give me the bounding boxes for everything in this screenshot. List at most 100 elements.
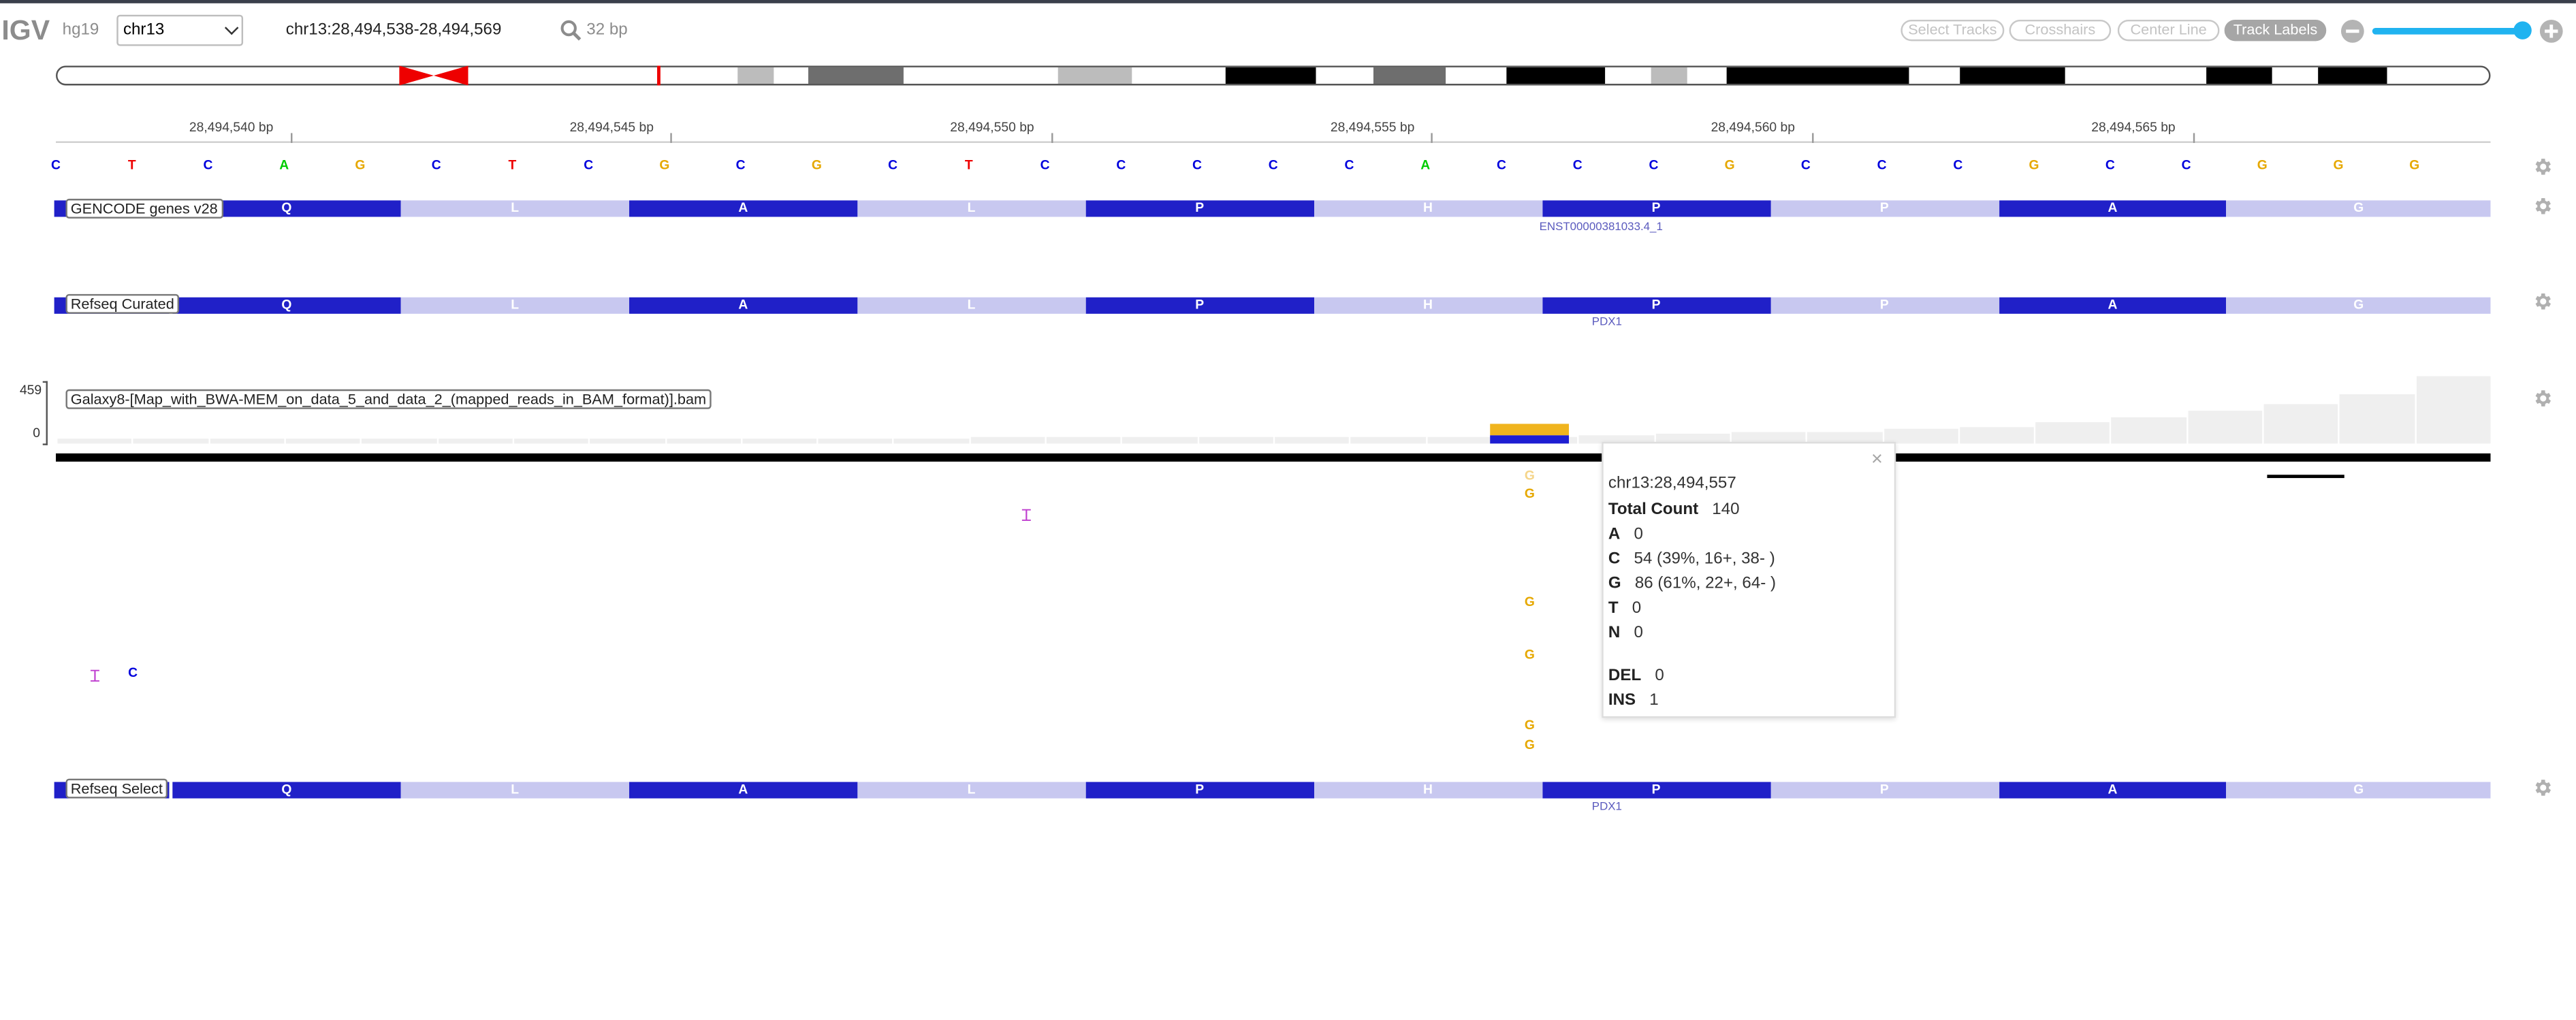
popup-value: 0 <box>1655 667 1664 686</box>
coverage-bar[interactable] <box>666 439 741 444</box>
amino-acid-block: A <box>1998 200 2227 217</box>
coverage-mismatch-g <box>1490 424 1570 436</box>
track-labels-button[interactable]: Track Labels <box>2224 19 2327 42</box>
gear-icon[interactable] <box>2532 387 2553 409</box>
genome-label[interactable]: hg19 <box>63 21 99 39</box>
coverage-bar[interactable] <box>2035 423 2110 444</box>
popup-value: 0 <box>1634 624 1643 643</box>
popup-key: DEL <box>1608 667 1642 686</box>
sequence-base: C <box>1496 157 1506 173</box>
sequence-base: C <box>1953 157 1963 173</box>
read-fragment[interactable] <box>2267 475 2344 479</box>
amino-acid-block: H <box>1314 200 1542 217</box>
sequence-base: G <box>811 157 822 173</box>
coverage-popup: × chr13:28,494,557 Total Count 140 A 0 C… <box>1602 441 1896 718</box>
popup-value: 1 <box>1649 691 1659 710</box>
insertion-marker-icon[interactable]: Ɪ <box>1022 503 1031 526</box>
refseq-select-gene-label: PDX1 <box>1591 801 1622 814</box>
amino-acid-block: A <box>1998 297 2227 314</box>
ruler-tick-label: 28,494,560 bp <box>1711 120 1796 135</box>
sequence-base: C <box>1649 157 1659 173</box>
gear-icon[interactable] <box>2532 291 2553 312</box>
sequence-base: C <box>584 157 594 173</box>
sequence-base: T <box>127 157 136 173</box>
centromere-icon <box>399 65 468 86</box>
sequence-base: C <box>1192 157 1203 173</box>
sequence-base: A <box>279 157 289 173</box>
sequence-base: C <box>2105 157 2115 173</box>
read-pileup-bar[interactable] <box>56 453 2491 462</box>
coverage-bar[interactable] <box>209 439 285 444</box>
popup-total-label: Total Count <box>1608 500 1699 520</box>
coverage-bar[interactable] <box>970 437 1045 444</box>
read-mismatch-base: G <box>1524 594 1535 610</box>
gear-icon[interactable] <box>2532 777 2553 798</box>
locus-input[interactable]: chr13:28,494,538-28,494,569 <box>286 21 502 39</box>
read-mismatch-base: C <box>128 665 138 680</box>
coverage-bar[interactable] <box>2416 377 2491 444</box>
window-size-label: 32 bp <box>586 21 628 39</box>
refseq-curated-track-label: Refseq Curated <box>65 293 180 314</box>
coverage-track[interactable] <box>56 376 2491 444</box>
gear-icon[interactable] <box>2532 156 2553 177</box>
popup-key: A <box>1608 526 1621 544</box>
zoom-in-icon[interactable] <box>2539 19 2563 43</box>
coverage-bar[interactable] <box>1275 437 1350 444</box>
coverage-bar[interactable] <box>2263 403 2339 444</box>
coverage-bar[interactable] <box>2187 411 2263 444</box>
read-mismatch-base: G <box>1524 486 1535 501</box>
sequence-base: C <box>1344 157 1354 173</box>
amino-acid-block: P <box>1085 297 1314 314</box>
ruler-axis <box>56 141 2491 143</box>
select-tracks-button[interactable]: Select Tracks <box>1901 19 2005 42</box>
ruler-tick-label: 28,494,555 bp <box>1330 120 1415 135</box>
popup-key: INS <box>1608 691 1636 710</box>
coverage-bar[interactable] <box>590 439 665 444</box>
zoom-slider[interactable] <box>2372 28 2524 35</box>
coverage-bar[interactable] <box>513 439 589 444</box>
coverage-bar[interactable] <box>1959 426 2035 444</box>
ruler-tick-label: 28,494,550 bp <box>950 120 1034 135</box>
sequence-base: T <box>964 157 973 173</box>
coverage-bar[interactable] <box>1198 437 1273 444</box>
amino-acid-block: G <box>2227 782 2491 799</box>
popup-value: 0 <box>1632 599 1642 618</box>
search-icon[interactable] <box>560 20 582 41</box>
chromosome-select[interactable]: chr13 <box>116 14 244 46</box>
sequence-base: C <box>888 157 898 173</box>
coverage-bar[interactable] <box>285 439 360 444</box>
gencode-track-label: GENCODE genes v28 <box>65 198 223 219</box>
zoom-slider-handle[interactable] <box>2513 21 2532 39</box>
coverage-bar[interactable] <box>1350 437 1426 444</box>
coverage-bar[interactable] <box>57 439 132 444</box>
bam-track-label: Galaxy8-[Map_with_BWA-MEM_on_data_5_and_… <box>65 389 712 409</box>
amino-acid-block: Q <box>172 782 401 799</box>
coverage-bar[interactable] <box>362 439 436 444</box>
amino-acid-block: P <box>1542 782 1770 799</box>
center-line-button[interactable]: Center Line <box>2117 19 2220 42</box>
coverage-bar[interactable] <box>742 439 817 444</box>
read-mismatch-base: G <box>1524 647 1535 663</box>
coverage-bar[interactable] <box>438 439 513 444</box>
coverage-bar[interactable] <box>2340 394 2415 444</box>
refseq-curated-track[interactable]: QLALPHPPAG <box>54 297 2491 314</box>
popup-row-a: A 0 <box>1608 526 1643 544</box>
gencode-track[interactable]: QLALPHPPAG <box>54 200 2491 217</box>
refseq-select-track[interactable]: QLALPHPPAG <box>54 782 2491 799</box>
sequence-base: G <box>2333 157 2344 173</box>
popup-row-n: N 0 <box>1608 624 1643 643</box>
crosshairs-button[interactable]: Crosshairs <box>2009 19 2112 42</box>
popup-key: G <box>1608 575 1621 593</box>
close-icon[interactable]: × <box>1871 447 1883 470</box>
coverage-bar[interactable] <box>133 439 208 444</box>
coverage-bar[interactable] <box>1046 437 1122 444</box>
amino-acid-block: P <box>1770 200 1999 217</box>
coverage-bar[interactable] <box>1122 437 1198 444</box>
popup-value: 0 <box>1634 526 1643 544</box>
insertion-marker-icon[interactable]: Ɪ <box>91 664 99 687</box>
coverage-bar[interactable] <box>894 439 969 444</box>
gear-icon[interactable] <box>2532 195 2553 217</box>
coverage-bar[interactable] <box>2112 417 2187 444</box>
coverage-bar[interactable] <box>818 439 893 444</box>
zoom-out-icon[interactable] <box>2340 19 2364 43</box>
